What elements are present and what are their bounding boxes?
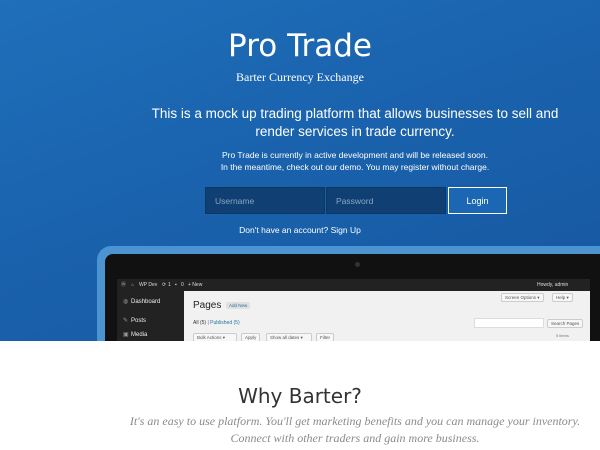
wp-filter-all: All (5) (193, 320, 207, 326)
login-button[interactable]: Login (448, 187, 507, 214)
wp-bulk-actions-label: Bulk Actions (197, 335, 222, 340)
screen-options-button: Screen Options ▾ (501, 293, 544, 302)
why-barter-text-line-2: Connect with other traders and gain more… (230, 431, 480, 445)
home-icon: ⌂ (131, 282, 135, 288)
wp-page-title: Pages (193, 300, 222, 311)
admin-bar-comments: 0 (181, 282, 184, 288)
wp-search-input (474, 318, 544, 328)
wp-menu-posts: ✎ Posts (123, 316, 146, 326)
admin-bar-new: + New (188, 282, 203, 288)
hero-lead-text: This is a mock up trading platform that … (151, 106, 559, 139)
hero-note-line-2: In the meantime, check out our demo. You… (220, 162, 490, 172)
wp-menu-label: Dashboard (131, 299, 161, 305)
wp-search-button: Search Pages (547, 319, 584, 328)
hero-title: Pro Trade (228, 28, 372, 64)
hero-note: Pro Trade is currently in active develop… (150, 149, 560, 173)
help-button: Help ▾ (552, 293, 573, 302)
laptop-screen: Ⓦ ⌂ WP Dev ⟳ 1 ▪ 0 + New Howdy, admin ◍ D… (117, 279, 590, 341)
wp-filter-button: Filter (316, 333, 334, 341)
camera-icon (355, 262, 360, 267)
wp-apply-button: Apply (241, 333, 261, 341)
updates-icon: ⟳ (162, 282, 167, 288)
wp-sidebar: ◍ Dashboard ✎ Posts ▣ Media (117, 291, 184, 341)
hero-section: Pro Trade Barter Currency Exchange This … (0, 0, 600, 341)
wp-menu-media: ▣ Media (123, 330, 147, 340)
wp-menu-label: Media (131, 332, 148, 338)
comments-icon: ▪ (175, 282, 177, 288)
wp-dates-label: Show all dates (270, 335, 300, 340)
wp-dates-select: Show all dates ▾ (266, 333, 312, 341)
wp-status-filter: All (5) | Published (5) (193, 320, 240, 326)
admin-bar-greeting: Howdy, admin (537, 282, 569, 288)
why-barter-heading: Why Barter? (238, 384, 362, 408)
laptop-mockup: Ⓦ ⌂ WP Dev ⟳ 1 ▪ 0 + New Howdy, admin ◍ D… (97, 246, 600, 341)
wordpress-logo-icon: Ⓦ (121, 282, 127, 288)
why-barter-text-line-1: It's an easy to use platform. You'll get… (129, 414, 581, 428)
wp-items-count: 5 items (556, 333, 569, 338)
wp-menu-label: Posts (131, 318, 147, 324)
admin-bar-updates: 1 (168, 282, 171, 288)
hero-subtitle: Barter Currency Exchange (236, 70, 364, 84)
wp-bulk-actions-select: Bulk Actions ▾ (193, 333, 237, 341)
admin-bar-site-name: WP Dev (139, 282, 158, 288)
hero-note-line-1: Pro Trade is currently in active develop… (221, 150, 488, 160)
password-input[interactable] (326, 187, 446, 214)
wp-filter-published: Published (5) (210, 320, 240, 326)
wp-menu-dashboard: ◍ Dashboard (123, 297, 160, 307)
username-input[interactable] (205, 187, 325, 214)
wp-add-new-button: Add New (226, 302, 251, 309)
laptop-bezel: Ⓦ ⌂ WP Dev ⟳ 1 ▪ 0 + New Howdy, admin ◍ D… (105, 254, 600, 341)
why-barter-text: It's an easy to use platform. You'll get… (0, 413, 600, 447)
pushpin-icon: ✎ (123, 318, 129, 324)
media-icon: ▣ (123, 332, 129, 338)
wp-main-content: Screen Options ▾ Help ▾ Pages Add New Al… (184, 291, 590, 341)
signup-link[interactable]: Don't have an account? Sign Up (0, 225, 600, 235)
dashboard-icon: ◍ (123, 299, 129, 305)
wp-admin-bar: Ⓦ ⌂ WP Dev ⟳ 1 ▪ 0 + New Howdy, admin (117, 279, 590, 291)
